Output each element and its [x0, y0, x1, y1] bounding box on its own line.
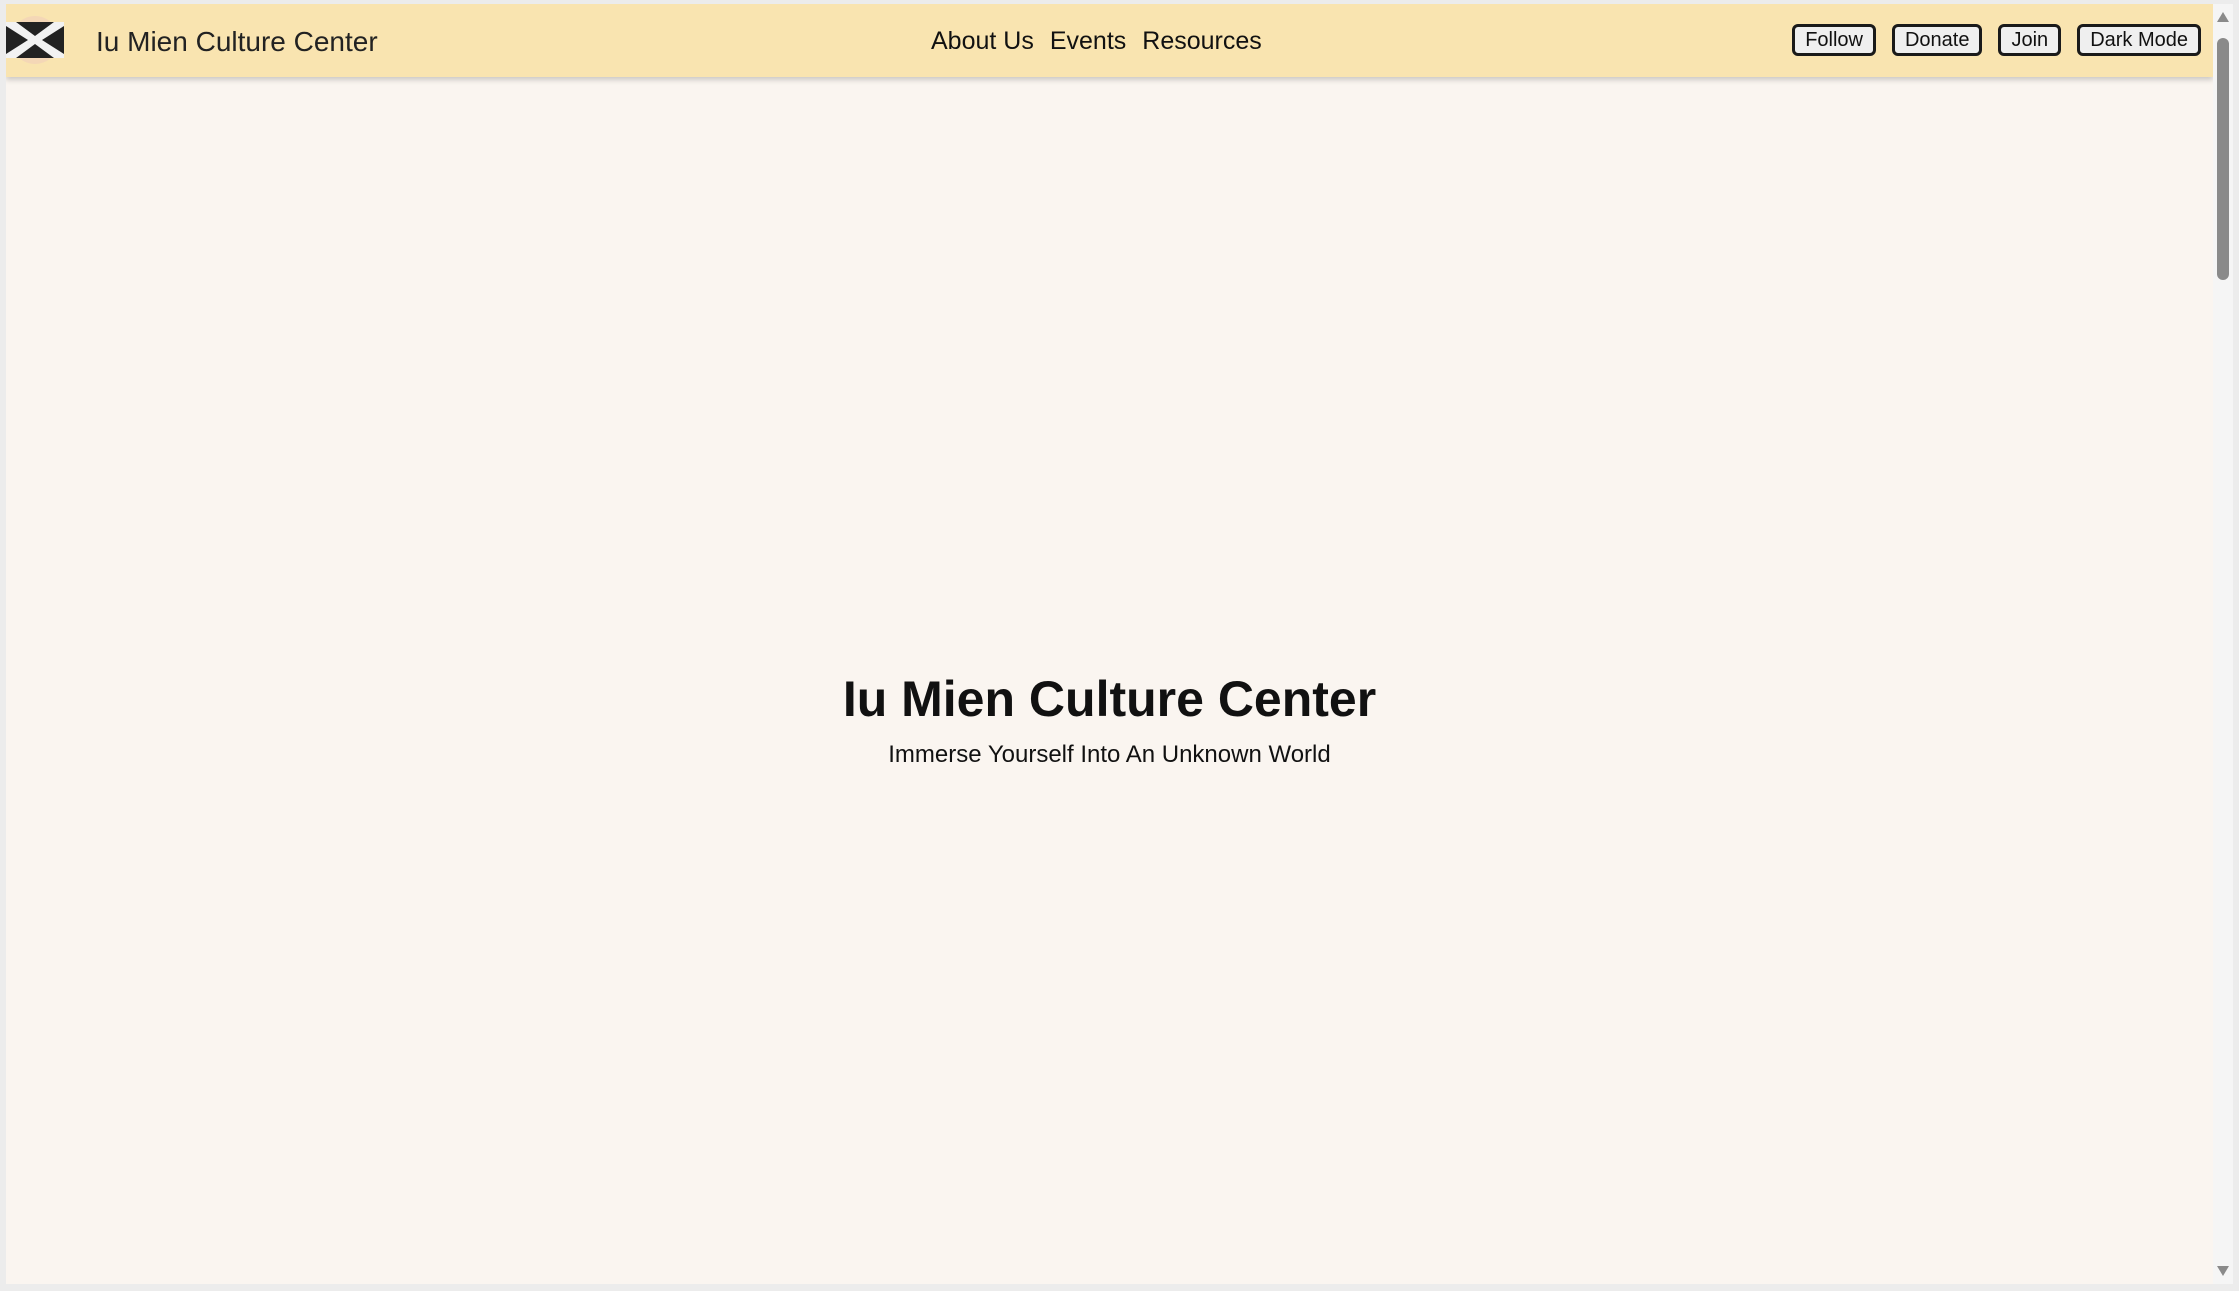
browser-viewport: Iu Mien Culture Center About Us Events R…	[6, 4, 2213, 1284]
scroll-up-arrow-icon[interactable]	[2217, 12, 2229, 22]
hero-section: Iu Mien Culture Center Immerse Yourself …	[6, 669, 2213, 771]
site-brand[interactable]: Iu Mien Culture Center	[96, 26, 378, 58]
logo-icon[interactable]	[6, 10, 64, 70]
hero-title: Iu Mien Culture Center	[842, 671, 1377, 727]
scrollbar-thumb[interactable]	[2217, 38, 2229, 280]
dark-mode-button[interactable]: Dark Mode	[2077, 24, 2201, 56]
header-actions: Follow Donate Join Dark Mode	[1792, 24, 2201, 56]
main-nav: About Us Events Resources	[931, 27, 1262, 56]
join-button[interactable]: Join	[1998, 24, 2062, 56]
vertical-scrollbar[interactable]	[2213, 4, 2233, 1284]
top-navbar: Iu Mien Culture Center About Us Events R…	[6, 4, 2213, 77]
nav-link-about-us[interactable]: About Us	[931, 27, 1034, 56]
donate-button[interactable]: Donate	[1891, 24, 1983, 56]
follow-button[interactable]: Follow	[1792, 24, 1876, 56]
nav-link-events[interactable]: Events	[1050, 27, 1126, 56]
nav-link-resources[interactable]: Resources	[1142, 27, 1262, 56]
hero-subtitle: Immerse Yourself Into An Unknown World	[888, 741, 1331, 768]
scroll-down-arrow-icon[interactable]	[2217, 1266, 2229, 1276]
